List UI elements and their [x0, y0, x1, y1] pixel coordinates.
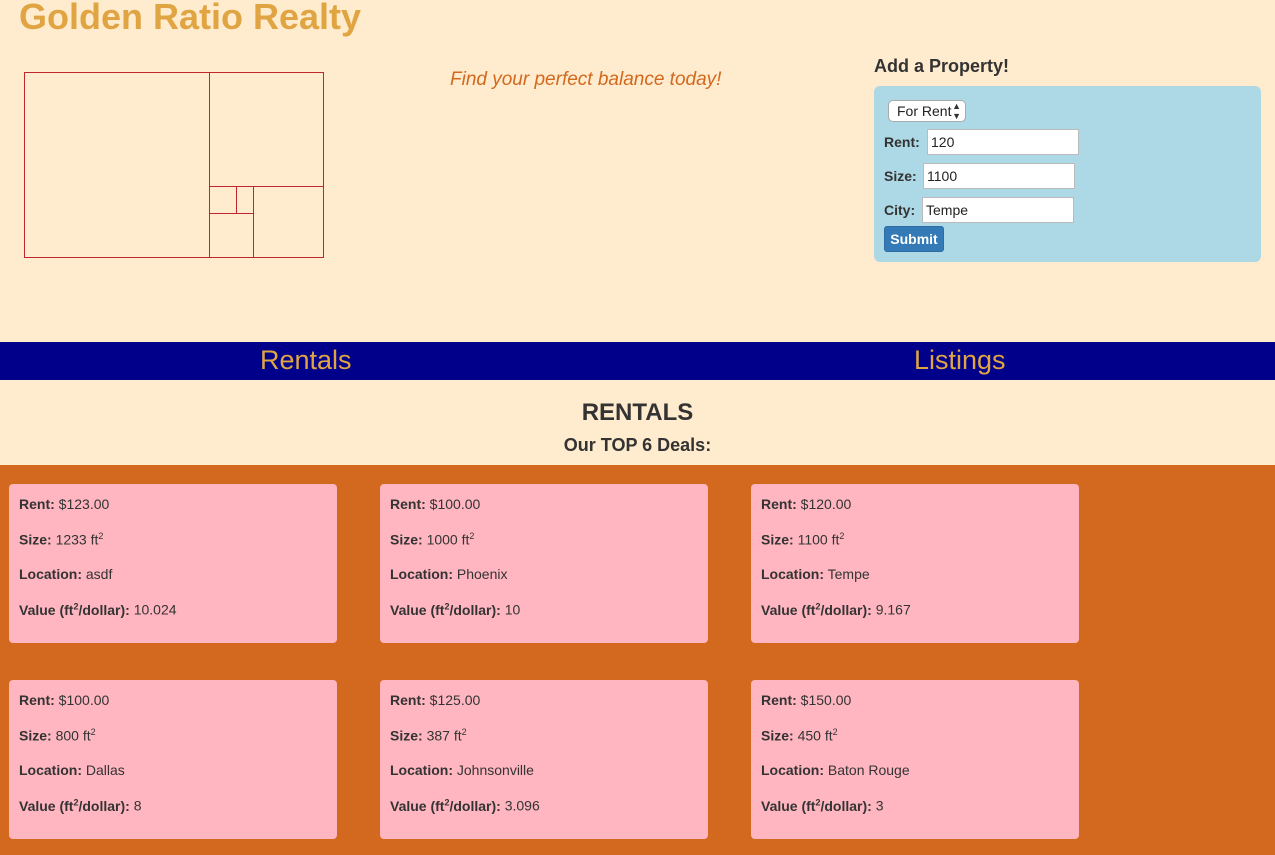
site-title: Golden Ratio Realty [19, 0, 362, 37]
deal-card: Rent: $100.00 Size: 1000 ft2 Location: P… [380, 484, 708, 643]
deal-value: Value (ft2/dollar): 10 [390, 601, 521, 618]
city-label: City: [884, 202, 916, 218]
nav-listings-link[interactable]: Listings [914, 345, 1006, 376]
deal-value: Value (ft2/dollar): 10.024 [19, 601, 177, 618]
rent-label: Rent: [884, 134, 920, 150]
size-input[interactable]: 1100 [923, 163, 1075, 189]
deal-value: Value (ft2/dollar): 3 [761, 797, 884, 814]
deal-rent: Rent: $100.00 [19, 692, 110, 708]
deal-value: Value (ft2/dollar): 3.096 [390, 797, 540, 814]
deal-size: Size: 450 ft2 [761, 727, 838, 744]
deal-card: Rent: $150.00 Size: 450 ft2 Location: Ba… [751, 680, 1079, 839]
deal-value: Value (ft2/dollar): 9.167 [761, 601, 911, 618]
golden-ratio-logo [24, 72, 324, 258]
deal-size: Size: 1000 ft2 [390, 531, 475, 548]
deal-location: Location: asdf [19, 566, 113, 582]
select-arrows-icon: ▲ ▼ [952, 101, 961, 121]
deal-size: Size: 800 ft2 [19, 727, 96, 744]
deal-card: Rent: $100.00 Size: 800 ft2 Location: Da… [9, 680, 337, 839]
deal-size: Size: 1100 ft2 [761, 531, 845, 548]
rent-input[interactable]: 120 [927, 129, 1079, 155]
property-type-select[interactable]: For Rent ▲ ▼ [888, 100, 966, 122]
deal-size: Size: 387 ft2 [390, 727, 467, 744]
deals-area: Rent: $123.00 Size: 1233 ft2 Location: a… [0, 465, 1275, 855]
deal-rent: Rent: $100.00 [390, 496, 481, 512]
tagline: Find your perfect balance today! [450, 69, 722, 90]
deal-location: Location: Baton Rouge [761, 762, 910, 778]
nav-rentals-link[interactable]: Rentals [260, 345, 352, 376]
deal-card: Rent: $125.00 Size: 387 ft2 Location: Jo… [380, 680, 708, 839]
nav-bar: Rentals Listings [0, 342, 1275, 380]
deal-rent: Rent: $125.00 [390, 692, 481, 708]
deal-location: Location: Tempe [761, 566, 870, 582]
deal-location: Location: Dallas [19, 762, 125, 778]
deal-card: Rent: $123.00 Size: 1233 ft2 Location: a… [9, 484, 337, 643]
section-subtitle: Our TOP 6 Deals: [563, 435, 712, 455]
deal-rent: Rent: $120.00 [761, 496, 852, 512]
property-type-value: For Rent [897, 103, 952, 119]
deal-rent: Rent: $123.00 [19, 496, 110, 512]
add-property-form: For Rent ▲ ▼ Rent: 120 Size: 1100 City: T… [874, 86, 1261, 262]
deal-location: Location: Johnsonville [390, 762, 534, 778]
deal-location: Location: Phoenix [390, 566, 508, 582]
section-title: RENTALS [581, 399, 694, 426]
city-input[interactable]: Tempe [922, 197, 1074, 223]
deal-size: Size: 1233 ft2 [19, 531, 104, 548]
deal-card: Rent: $120.00 Size: 1100 ft2 Location: T… [751, 484, 1079, 643]
add-property-title: Add a Property! [874, 56, 1010, 76]
deal-rent: Rent: $150.00 [761, 692, 852, 708]
deal-value: Value (ft2/dollar): 8 [19, 797, 142, 814]
submit-button[interactable]: Submit [884, 226, 944, 252]
size-label: Size: [884, 168, 917, 184]
